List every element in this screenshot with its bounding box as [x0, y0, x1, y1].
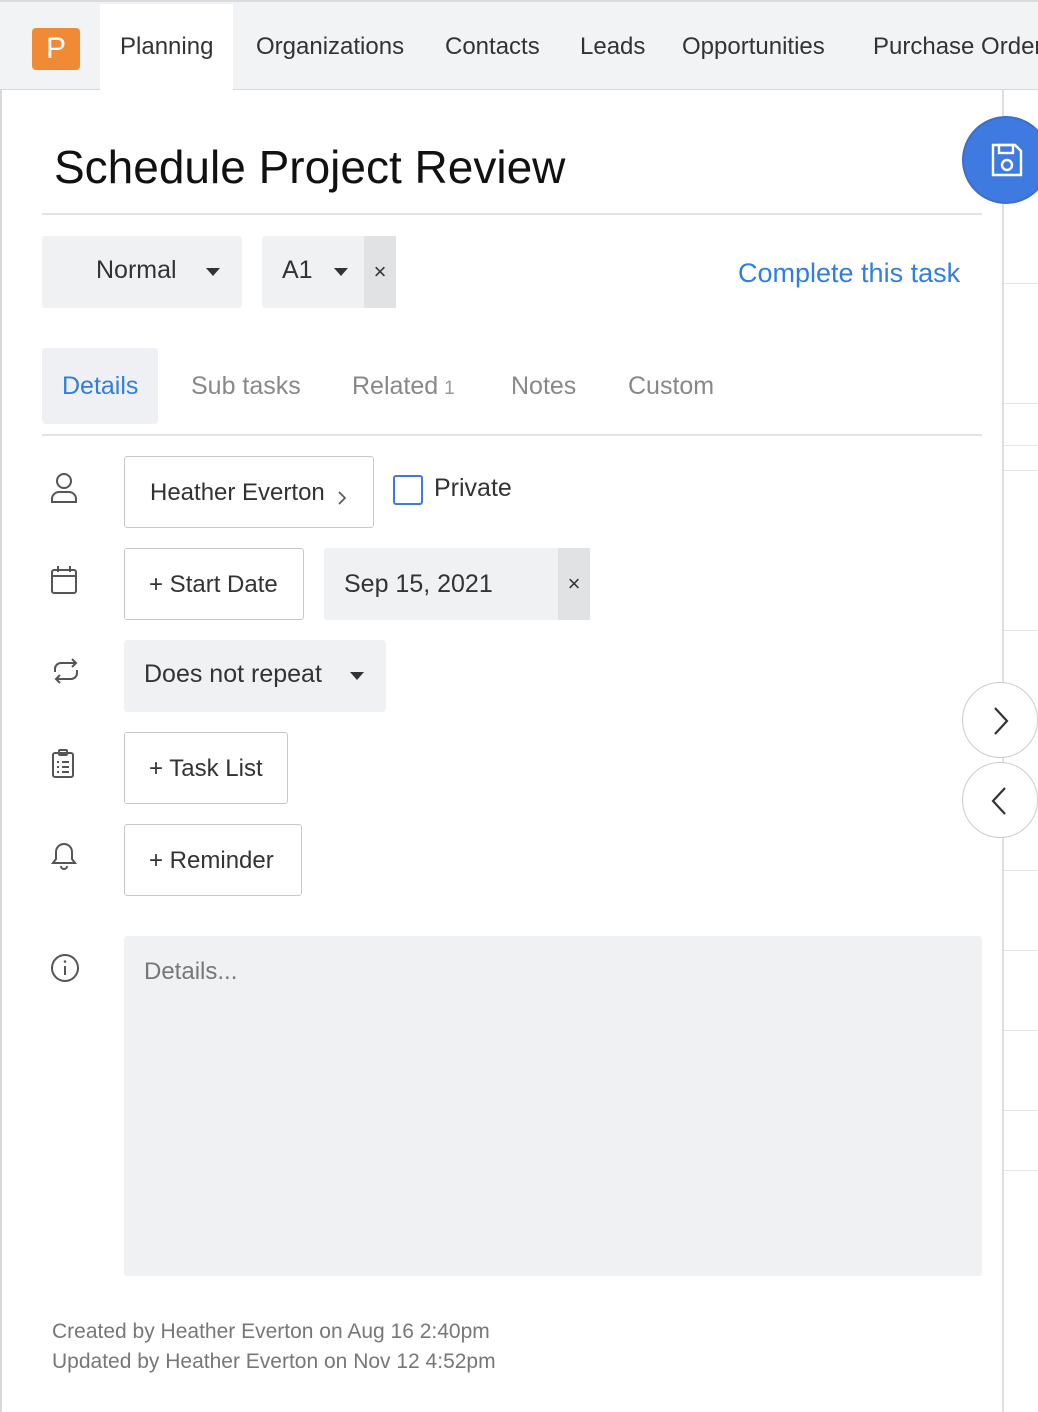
task-list-button[interactable]: + Task List [124, 732, 288, 804]
chevron-down-icon [334, 268, 348, 276]
priority-value: Normal [96, 256, 177, 284]
chevron-down-icon [206, 268, 220, 276]
user-icon [50, 472, 78, 509]
tab-related-label: Related [352, 372, 439, 400]
top-nav: P Planning Organizations Contacts Leads … [0, 0, 1038, 90]
assignee-value: A1 [282, 256, 313, 284]
task-list-label: + Task List [149, 755, 263, 782]
tab-related[interactable]: Related 1 [352, 348, 455, 424]
nav-tab-leads[interactable]: Leads [560, 4, 665, 90]
reminder-label: + Reminder [149, 847, 274, 874]
assignee-dropdown[interactable]: A1 × [262, 236, 396, 308]
nav-tab-purchase-order[interactable]: Purchase Order [853, 4, 1038, 90]
tab-custom[interactable]: Custom [628, 348, 714, 424]
start-date-label: + Start Date [149, 571, 278, 598]
nav-tab-planning[interactable]: Planning [100, 4, 234, 90]
related-count-badge: 1 [444, 378, 455, 399]
tabs-divider [42, 434, 982, 436]
tab-sub-tasks[interactable]: Sub tasks [191, 348, 301, 424]
next-task-button[interactable] [962, 682, 1038, 758]
repeat-dropdown[interactable]: Does not repeat [124, 640, 386, 712]
owner-name: Heather Everton [150, 479, 325, 506]
private-checkbox[interactable] [393, 475, 423, 505]
nav-tab-organizations[interactable]: Organizations [236, 4, 424, 90]
clear-assignee-button[interactable]: × [364, 236, 396, 308]
created-meta: Created by Heather Everton on Aug 16 2:4… [52, 1320, 490, 1343]
details-field [124, 936, 982, 1276]
calendar-icon [50, 565, 78, 600]
clipboard-list-icon [50, 749, 76, 784]
private-label: Private [434, 474, 512, 502]
task-title[interactable]: Schedule Project Review [54, 140, 565, 194]
start-date-button[interactable]: + Start Date [124, 548, 304, 620]
title-divider [42, 213, 982, 215]
previous-task-button[interactable] [962, 762, 1038, 838]
nav-tab-contacts[interactable]: Contacts [425, 4, 560, 90]
owner-button[interactable]: Heather Everton [124, 456, 374, 528]
due-date-value: Sep 15, 2021 [344, 570, 493, 598]
priority-dropdown[interactable]: Normal [42, 236, 242, 308]
clear-due-date-button[interactable]: × [558, 548, 590, 620]
chevron-down-icon [350, 672, 364, 680]
info-icon [50, 953, 80, 988]
tab-details[interactable]: Details [42, 348, 159, 424]
complete-task-link[interactable]: Complete this task [738, 258, 960, 289]
tab-notes[interactable]: Notes [511, 348, 576, 424]
reminder-button[interactable]: + Reminder [124, 824, 302, 896]
updated-meta: Updated by Heather Everton on Nov 12 4:5… [52, 1350, 496, 1373]
chevron-right-icon [337, 485, 347, 513]
due-date-field[interactable]: Sep 15, 2021 × [324, 548, 590, 620]
repeat-icon [50, 656, 82, 691]
repeat-value: Does not repeat [144, 660, 322, 688]
nav-tab-opportunities[interactable]: Opportunities [662, 4, 845, 90]
app-logo[interactable]: P [32, 28, 80, 70]
bell-icon [50, 841, 78, 876]
details-textarea[interactable] [124, 936, 982, 1276]
